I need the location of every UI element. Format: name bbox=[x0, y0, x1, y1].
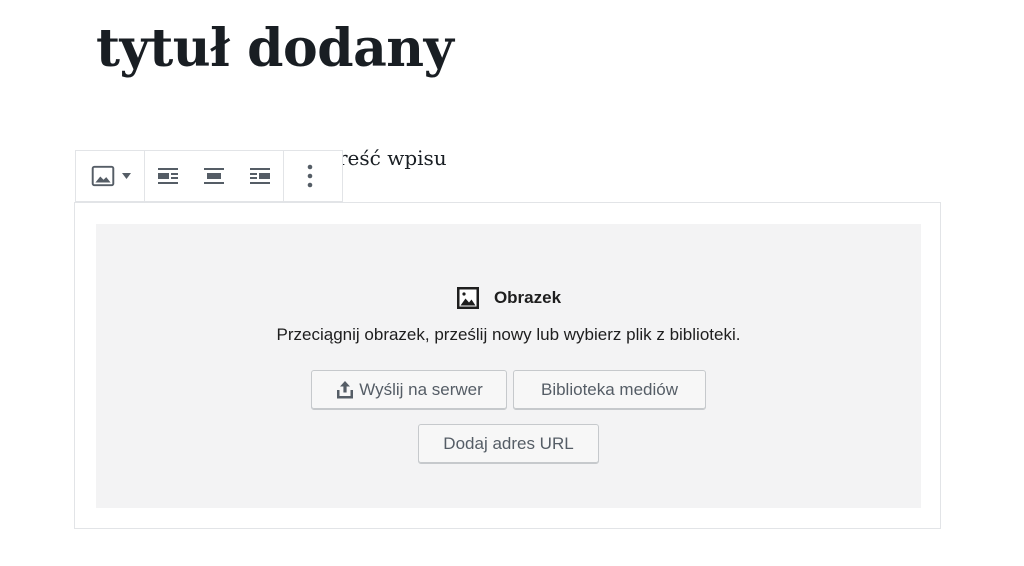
upload-button-label: Wyślij na serwer bbox=[359, 380, 483, 399]
chevron-down-icon bbox=[121, 173, 131, 179]
align-center-icon bbox=[203, 167, 225, 185]
post-content-paragraph[interactable]: reść wpisu bbox=[338, 144, 447, 172]
upload-icon bbox=[335, 380, 355, 400]
block-type-switcher-button[interactable] bbox=[76, 151, 144, 201]
toolbar-group-more bbox=[284, 151, 336, 201]
more-vertical-icon bbox=[307, 164, 313, 188]
block-toolbar bbox=[75, 150, 343, 202]
post-title[interactable]: tytuł dodany bbox=[96, 14, 454, 84]
align-center-button[interactable] bbox=[191, 151, 237, 201]
placeholder-label: Obrazek bbox=[96, 286, 921, 310]
upload-button[interactable]: Wyślij na serwer bbox=[311, 370, 507, 410]
placeholder-title: Obrazek bbox=[493, 288, 562, 307]
align-right-icon bbox=[249, 167, 271, 185]
image-icon bbox=[90, 163, 116, 189]
placeholder-instructions: Przeciągnij obrazek, prześlij nowy lub w… bbox=[276, 325, 741, 344]
insert-url-button[interactable]: Dodaj adres URL bbox=[418, 424, 599, 464]
media-library-button[interactable]: Biblioteka mediów bbox=[513, 370, 706, 410]
image-placeholder[interactable]: Obrazek Przeciągnij obrazek, prześlij no… bbox=[96, 224, 921, 508]
more-options-button[interactable] bbox=[284, 151, 336, 201]
align-left-icon bbox=[157, 167, 179, 185]
image-block[interactable]: Obrazek Przeciągnij obrazek, prześlij no… bbox=[74, 202, 941, 529]
toolbar-group-alignment bbox=[145, 151, 284, 201]
align-right-button[interactable] bbox=[237, 151, 283, 201]
align-left-button[interactable] bbox=[145, 151, 191, 201]
toolbar-group-switcher bbox=[76, 151, 145, 201]
image-icon bbox=[456, 286, 480, 310]
